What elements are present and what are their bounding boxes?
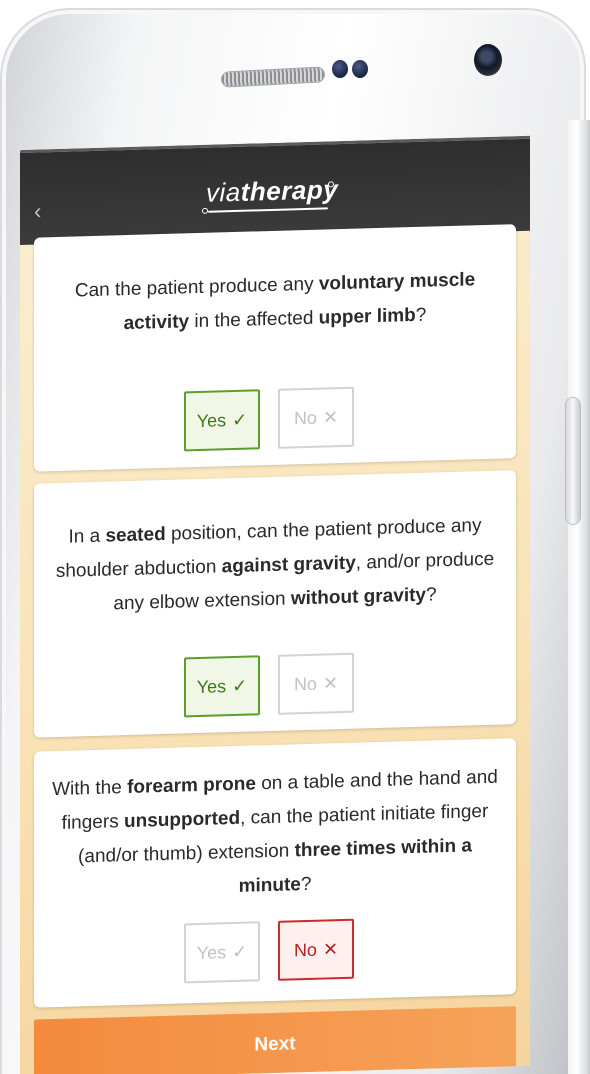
no-button-1[interactable]: No ✕ [278, 386, 354, 449]
sensor-dots [332, 60, 372, 80]
question-card-1: Can the patient produce any voluntary mu… [34, 224, 516, 472]
logo-suffix: therapy [240, 174, 339, 207]
yes-button-3[interactable]: Yes ✓ [184, 921, 260, 984]
question-text-1: Can the patient produce any voluntary mu… [74, 269, 476, 335]
question-text-2: In a seated position, can the patient pr… [55, 515, 495, 615]
check-icon: ✓ [232, 941, 248, 963]
check-icon: ✓ [232, 409, 248, 431]
question-card-2: In a seated position, can the patient pr… [34, 470, 516, 738]
no-button-2[interactable]: No ✕ [278, 652, 354, 715]
device-mockup: ‹ viatherapy Can the patient produce any… [0, 0, 590, 1074]
no-button-3[interactable]: No ✕ [278, 918, 354, 981]
check-icon: ✓ [232, 675, 248, 697]
cross-icon: ✕ [322, 939, 339, 960]
yes-button-2[interactable]: Yes ✓ [184, 655, 260, 718]
phone-side-button [566, 398, 580, 524]
app-screen: ‹ viatherapy Can the patient produce any… [20, 135, 530, 1074]
question-card-3: With the forearm prone on a table and th… [34, 738, 516, 1008]
logo-prefix: via [206, 176, 241, 208]
yes-button-1[interactable]: Yes ✓ [184, 389, 260, 452]
cross-icon: ✕ [322, 407, 339, 428]
cross-icon: ✕ [322, 673, 339, 694]
app-logo: viatherapy [206, 174, 338, 209]
front-camera [474, 44, 502, 76]
back-icon[interactable]: ‹ [34, 198, 41, 223]
next-button[interactable]: Next [34, 1006, 516, 1074]
question-text-3: With the forearm prone on a table and th… [52, 766, 498, 897]
phone-edge [568, 120, 590, 1074]
